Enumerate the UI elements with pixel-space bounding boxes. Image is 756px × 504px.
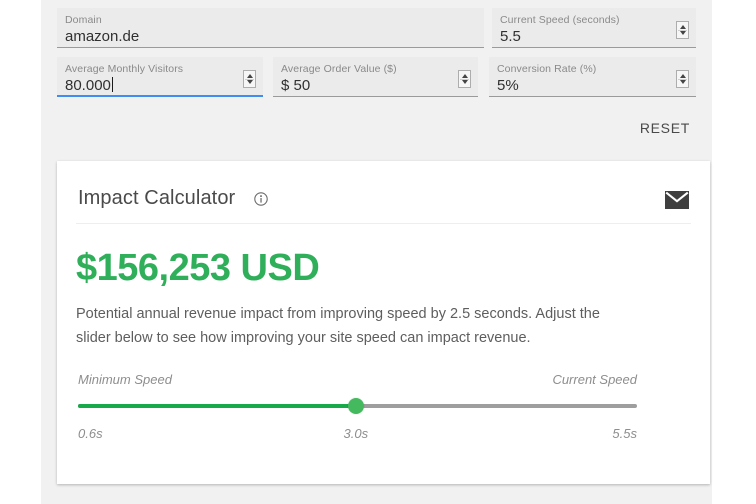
stepper-down-icon[interactable] [679, 80, 686, 84]
average-order-value-field[interactable]: Average Order Value ($) $ 50 [273, 57, 478, 97]
conversion-rate-value: 5% [497, 77, 519, 94]
stepper-down-icon[interactable] [246, 80, 253, 84]
domain-value: amazon.de [65, 28, 140, 45]
stepper-up-icon[interactable] [679, 74, 686, 78]
average-monthly-visitors-value: 80.000 [65, 77, 113, 94]
conversion-rate-field[interactable]: Conversion Rate (%) 5% [489, 57, 696, 97]
revenue-impact-value: $156,253 USD [76, 247, 320, 289]
reset-button[interactable]: RESET [634, 116, 696, 140]
average-order-value-value: $ 50 [281, 77, 311, 94]
reset-row: RESET [41, 110, 712, 146]
slider-track-fill [78, 404, 356, 408]
impact-calculator-card: Impact Calculator $156,253 USD Potential… [57, 161, 710, 484]
slider-track[interactable] [78, 395, 637, 417]
current-speed-stepper[interactable] [676, 21, 689, 39]
average-monthly-visitors-field[interactable]: Average Monthly Visitors 80.000 [57, 57, 263, 97]
slider-thumb[interactable] [347, 398, 364, 414]
card-header: Impact Calculator [76, 161, 691, 224]
revenue-impact-description: Potential annual revenue impact from imp… [76, 306, 600, 346]
text-cursor [111, 77, 113, 92]
slider-tick-min: 0.6s [78, 426, 103, 441]
current-speed-value: 5.5 [500, 28, 521, 45]
stepper-down-icon[interactable] [679, 31, 686, 35]
average-monthly-visitors-label: Average Monthly Visitors [65, 63, 184, 75]
slider-tick-labels: 0.6s 3.0s 5.5s [78, 426, 637, 446]
info-icon[interactable] [254, 192, 268, 206]
slider-min-label: Minimum Speed [78, 372, 172, 387]
card-body: $156,253 USD Potential annual revenue im… [57, 246, 710, 446]
slider-tick-current: 3.0s [343, 426, 369, 441]
average-order-value-stepper[interactable] [458, 70, 471, 88]
current-speed-label: Current Speed (seconds) [500, 14, 620, 26]
average-order-value-label: Average Order Value ($) [281, 63, 397, 75]
stepper-up-icon[interactable] [679, 25, 686, 29]
envelope-icon[interactable] [665, 191, 689, 209]
domain-field[interactable]: Domain amazon.de [57, 8, 484, 48]
speed-slider: Minimum Speed Current Speed 0.6s 3.0s 5.… [78, 372, 637, 446]
domain-label: Domain [65, 14, 102, 26]
app-background: Domain amazon.de Current Speed (seconds)… [41, 0, 712, 504]
stepper-up-icon[interactable] [461, 74, 468, 78]
page-title: Impact Calculator [78, 187, 236, 209]
conversion-rate-stepper[interactable] [676, 70, 689, 88]
slider-end-labels: Minimum Speed Current Speed [78, 372, 637, 390]
average-monthly-visitors-stepper[interactable] [243, 70, 256, 88]
stepper-down-icon[interactable] [461, 80, 468, 84]
slider-max-label: Current Speed [552, 372, 637, 387]
current-speed-field[interactable]: Current Speed (seconds) 5.5 [492, 8, 696, 48]
stepper-up-icon[interactable] [246, 74, 253, 78]
slider-tick-max: 5.5s [612, 426, 637, 441]
conversion-rate-label: Conversion Rate (%) [497, 63, 597, 75]
